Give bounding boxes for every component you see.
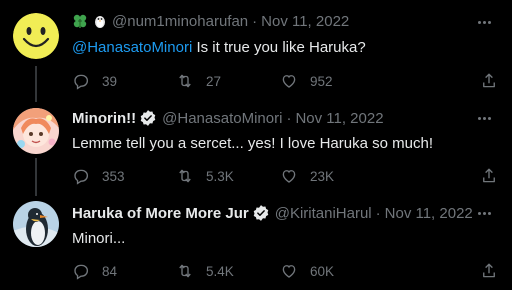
heart-icon [282,170,296,183]
penguin-icon [92,13,108,29]
reply-button[interactable]: 84 [72,261,117,281]
tweet[interactable]: Haruka of More More Jur @KiritaniHarul ·… [0,195,512,290]
like-button[interactable]: 23K [280,166,334,186]
tweet-actions: 39 27 952 [72,71,502,91]
user-handle[interactable]: @KiritaniHarul [275,205,372,222]
tweet-date[interactable]: Nov 11, 2022 [385,205,473,222]
retweet-icon [179,74,191,88]
like-count: 952 [310,73,333,89]
mention-link[interactable]: @HanasatoMinori [72,39,192,56]
display-name[interactable]: Haruka of More More Jur [72,205,249,222]
heart-icon [282,265,296,278]
share-button[interactable] [480,166,498,186]
penguin-avatar[interactable] [13,201,59,247]
more-options-icon[interactable] [472,203,496,223]
reply-count: 39 [102,73,118,89]
more-options-icon[interactable] [472,12,496,32]
user-handle[interactable]: @num1minoharufan [112,13,248,30]
reply-button[interactable]: 353 [72,166,125,186]
reply-icon [74,264,89,280]
retweet-count: 5.3K [206,168,234,184]
smiley-face-avatar[interactable] [13,13,59,59]
retweet-count: 27 [206,73,222,89]
tweet-text-content: Is it true you like Haruka? [192,39,366,56]
like-button[interactable]: 952 [280,71,333,91]
reply-icon [74,74,89,90]
tweet-text: @HanasatoMinori Is it true you like Haru… [72,39,366,56]
separator-dot: · [286,109,292,127]
retweet-icon [179,264,191,278]
retweet-button[interactable]: 27 [176,71,221,91]
tweet-actions: 84 5.4K 60K [72,261,502,281]
retweet-button[interactable]: 5.3K [176,166,234,186]
retweet-icon [179,169,191,183]
like-count: 23K [310,168,335,184]
tweet-text: Minori... [72,230,126,247]
minori-avatar[interactable] [13,108,59,154]
tweet-header: @num1minoharufan · Nov 11, 2022 [72,11,349,31]
more-options-icon[interactable] [472,108,496,128]
tweet-date[interactable]: Nov 11, 2022 [295,110,383,127]
user-handle[interactable]: @HanasatoMinori [162,110,282,127]
tweet-text: Lemme tell you a sercet... yes! I love H… [72,135,433,152]
retweet-count: 5.4K [206,263,234,279]
separator-dot: · [252,12,258,30]
share-icon [483,73,495,88]
share-icon [483,263,495,278]
like-count: 60K [310,263,335,279]
reply-icon [74,169,89,185]
reply-count: 84 [102,263,118,279]
heart-icon [282,75,296,88]
tweet-actions: 353 5.3K 23K [72,166,502,186]
reply-count: 353 [102,168,125,184]
like-button[interactable]: 60K [280,261,334,281]
verified-badge-icon [252,204,270,222]
share-button[interactable] [480,71,498,91]
separator-dot: · [375,204,381,222]
tweet-header: Haruka of More More Jur @KiritaniHarul ·… [72,203,473,223]
tweet[interactable]: @num1minoharufan · Nov 11, 2022 @Hanasat… [0,0,512,100]
four-leaf-clover-icon [72,13,88,29]
tweet-header: Minorin!! @HanasatoMinori · Nov 11, 2022 [72,108,384,128]
reply-button[interactable]: 39 [72,71,117,91]
verified-badge-icon [139,109,157,127]
retweet-button[interactable]: 5.4K [176,261,234,281]
display-name[interactable]: Minorin!! [72,110,136,127]
share-button[interactable] [480,261,498,281]
tweet-date[interactable]: Nov 11, 2022 [261,13,349,30]
tweet[interactable]: Minorin!! @HanasatoMinori · Nov 11, 2022… [0,100,512,195]
share-icon [483,168,495,183]
